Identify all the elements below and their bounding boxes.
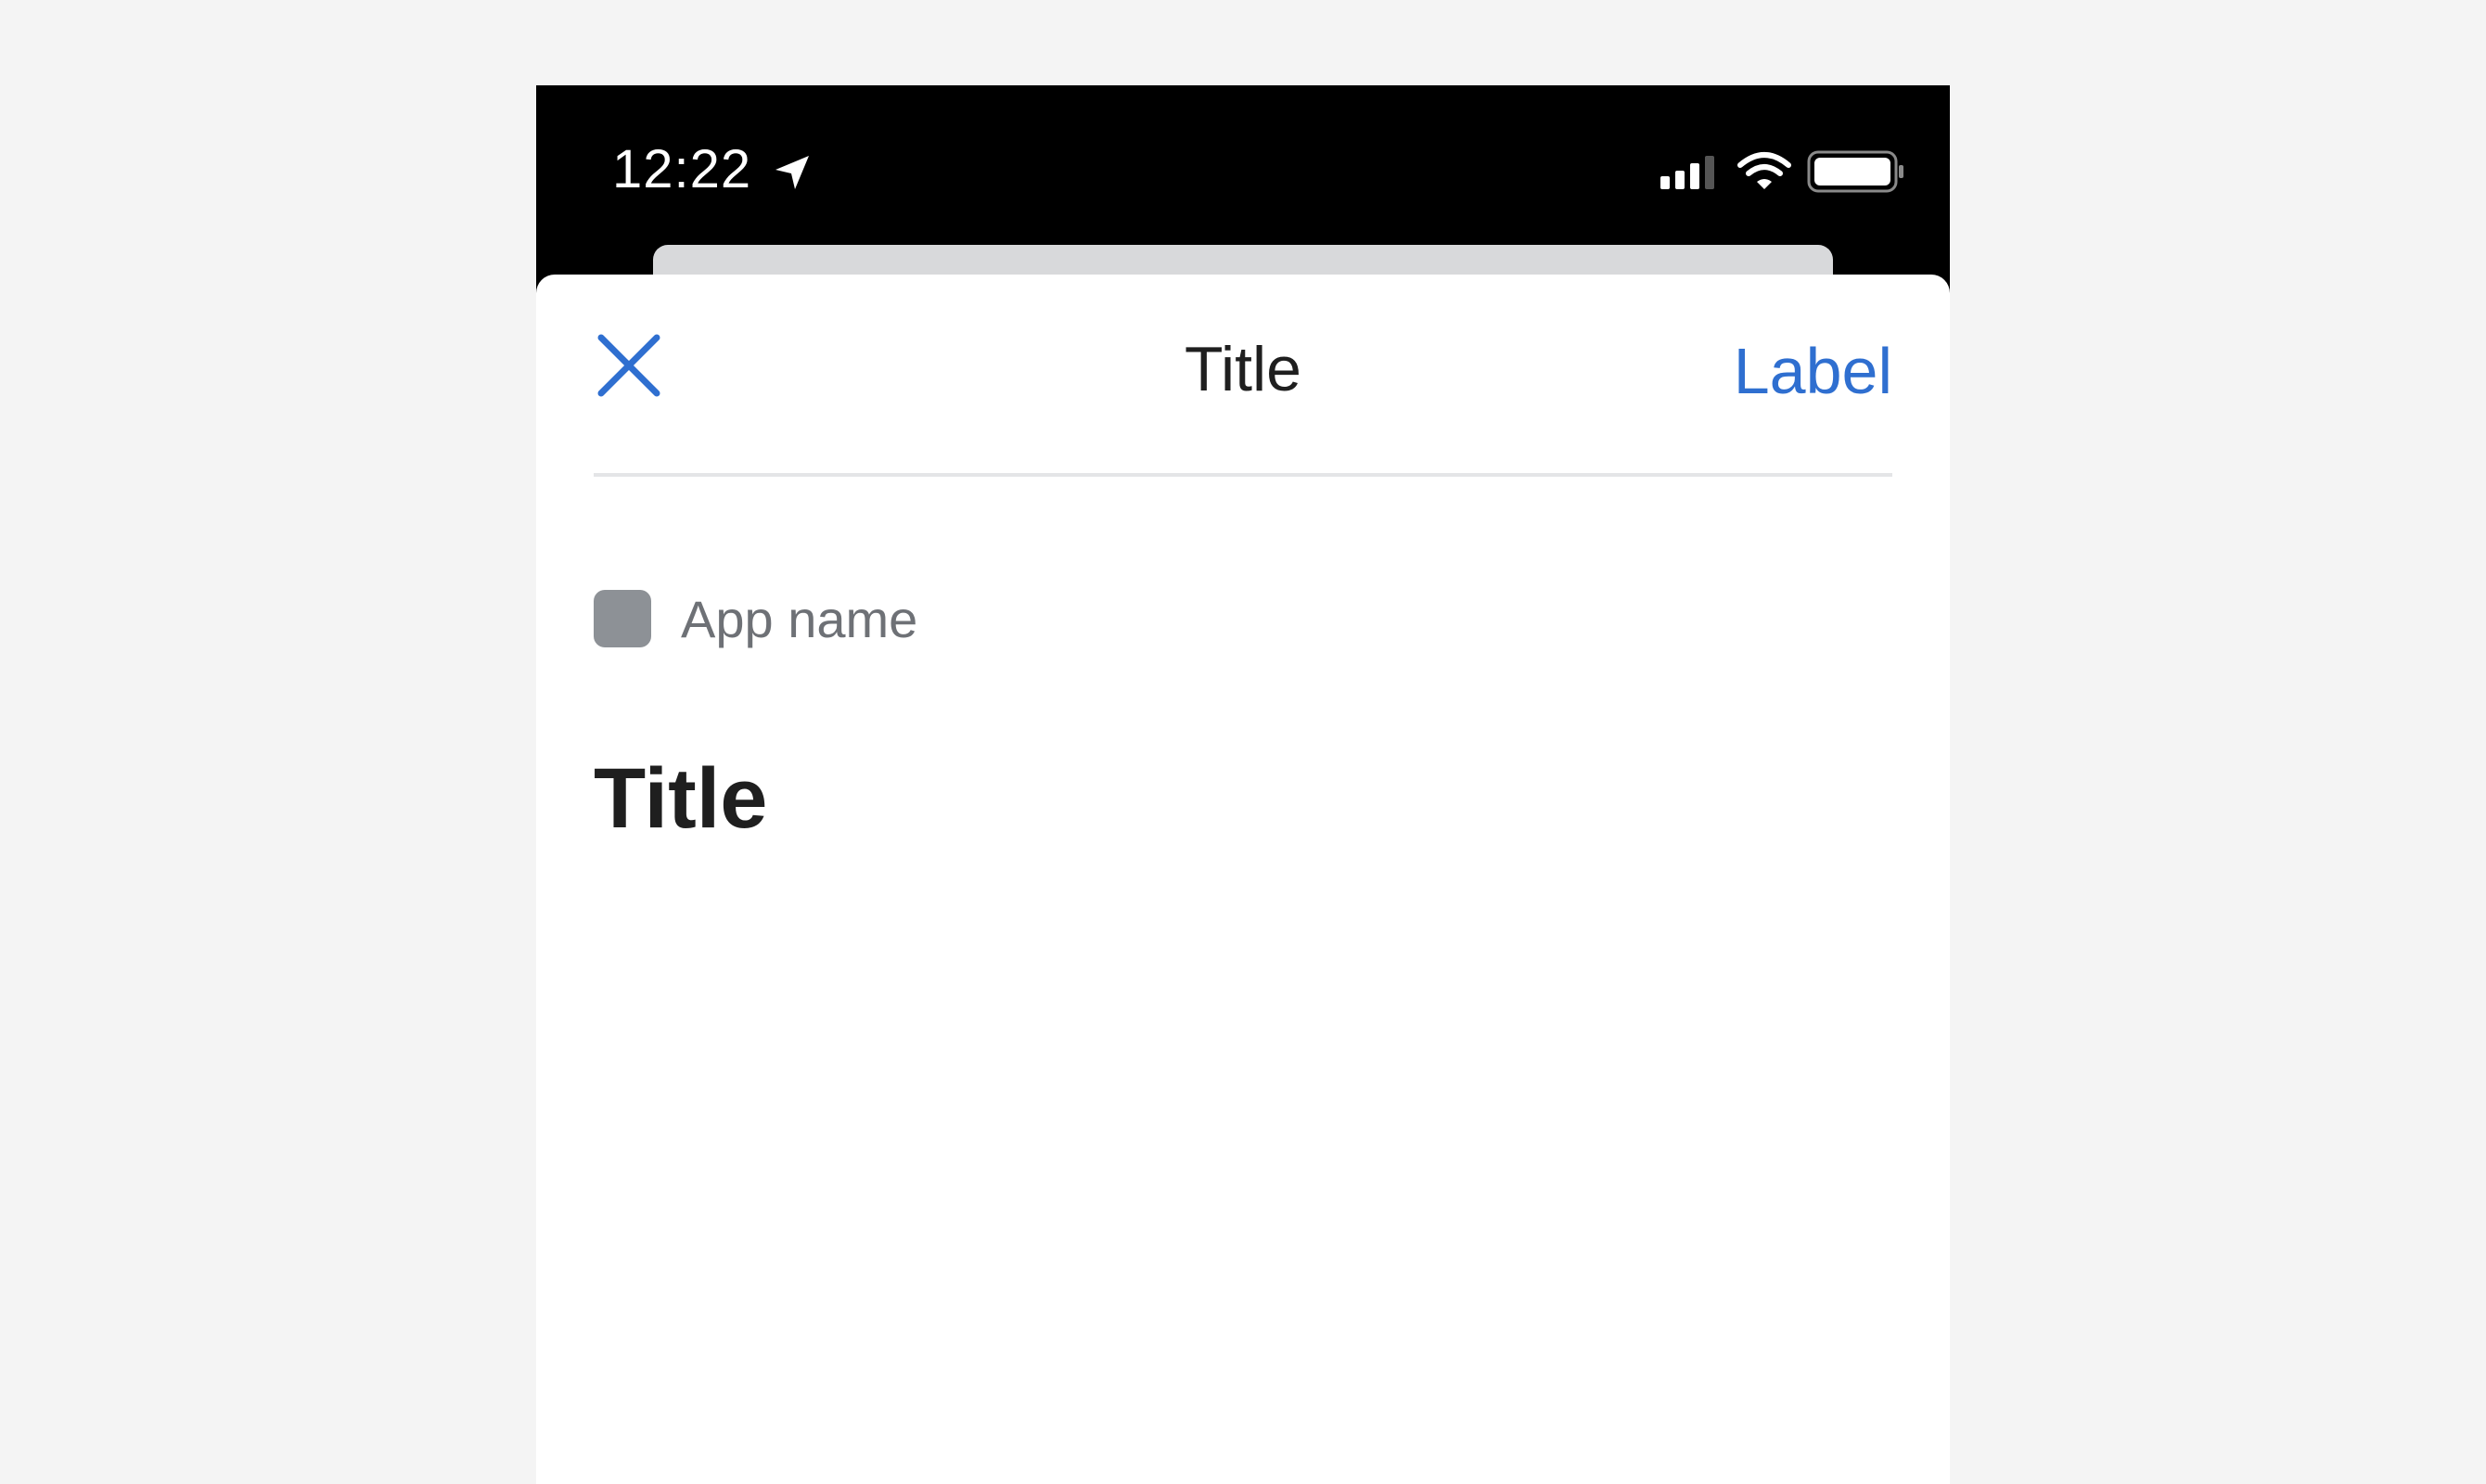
phone-screen: 12:22 Title Label App name Title <box>536 85 1950 1484</box>
navigation-bar: Title Label <box>594 275 1892 477</box>
close-button[interactable] <box>594 330 664 401</box>
location-arrow-icon <box>772 152 813 193</box>
nav-action-button[interactable]: Label <box>1734 334 1892 408</box>
battery-icon <box>1807 148 1905 195</box>
status-bar: 12:22 <box>536 85 1950 247</box>
status-time: 12:22 <box>612 139 752 199</box>
cellular-signal-icon <box>1659 154 1720 191</box>
nav-title: Title <box>1185 334 1301 404</box>
wifi-icon <box>1736 150 1792 193</box>
close-icon <box>597 334 660 397</box>
app-icon <box>594 590 651 647</box>
app-attribution: App name <box>594 590 1521 649</box>
app-name: App name <box>681 590 918 648</box>
content-title: Title <box>594 751 768 846</box>
modal-sheet: Title Label App name Title <box>536 275 1950 1484</box>
